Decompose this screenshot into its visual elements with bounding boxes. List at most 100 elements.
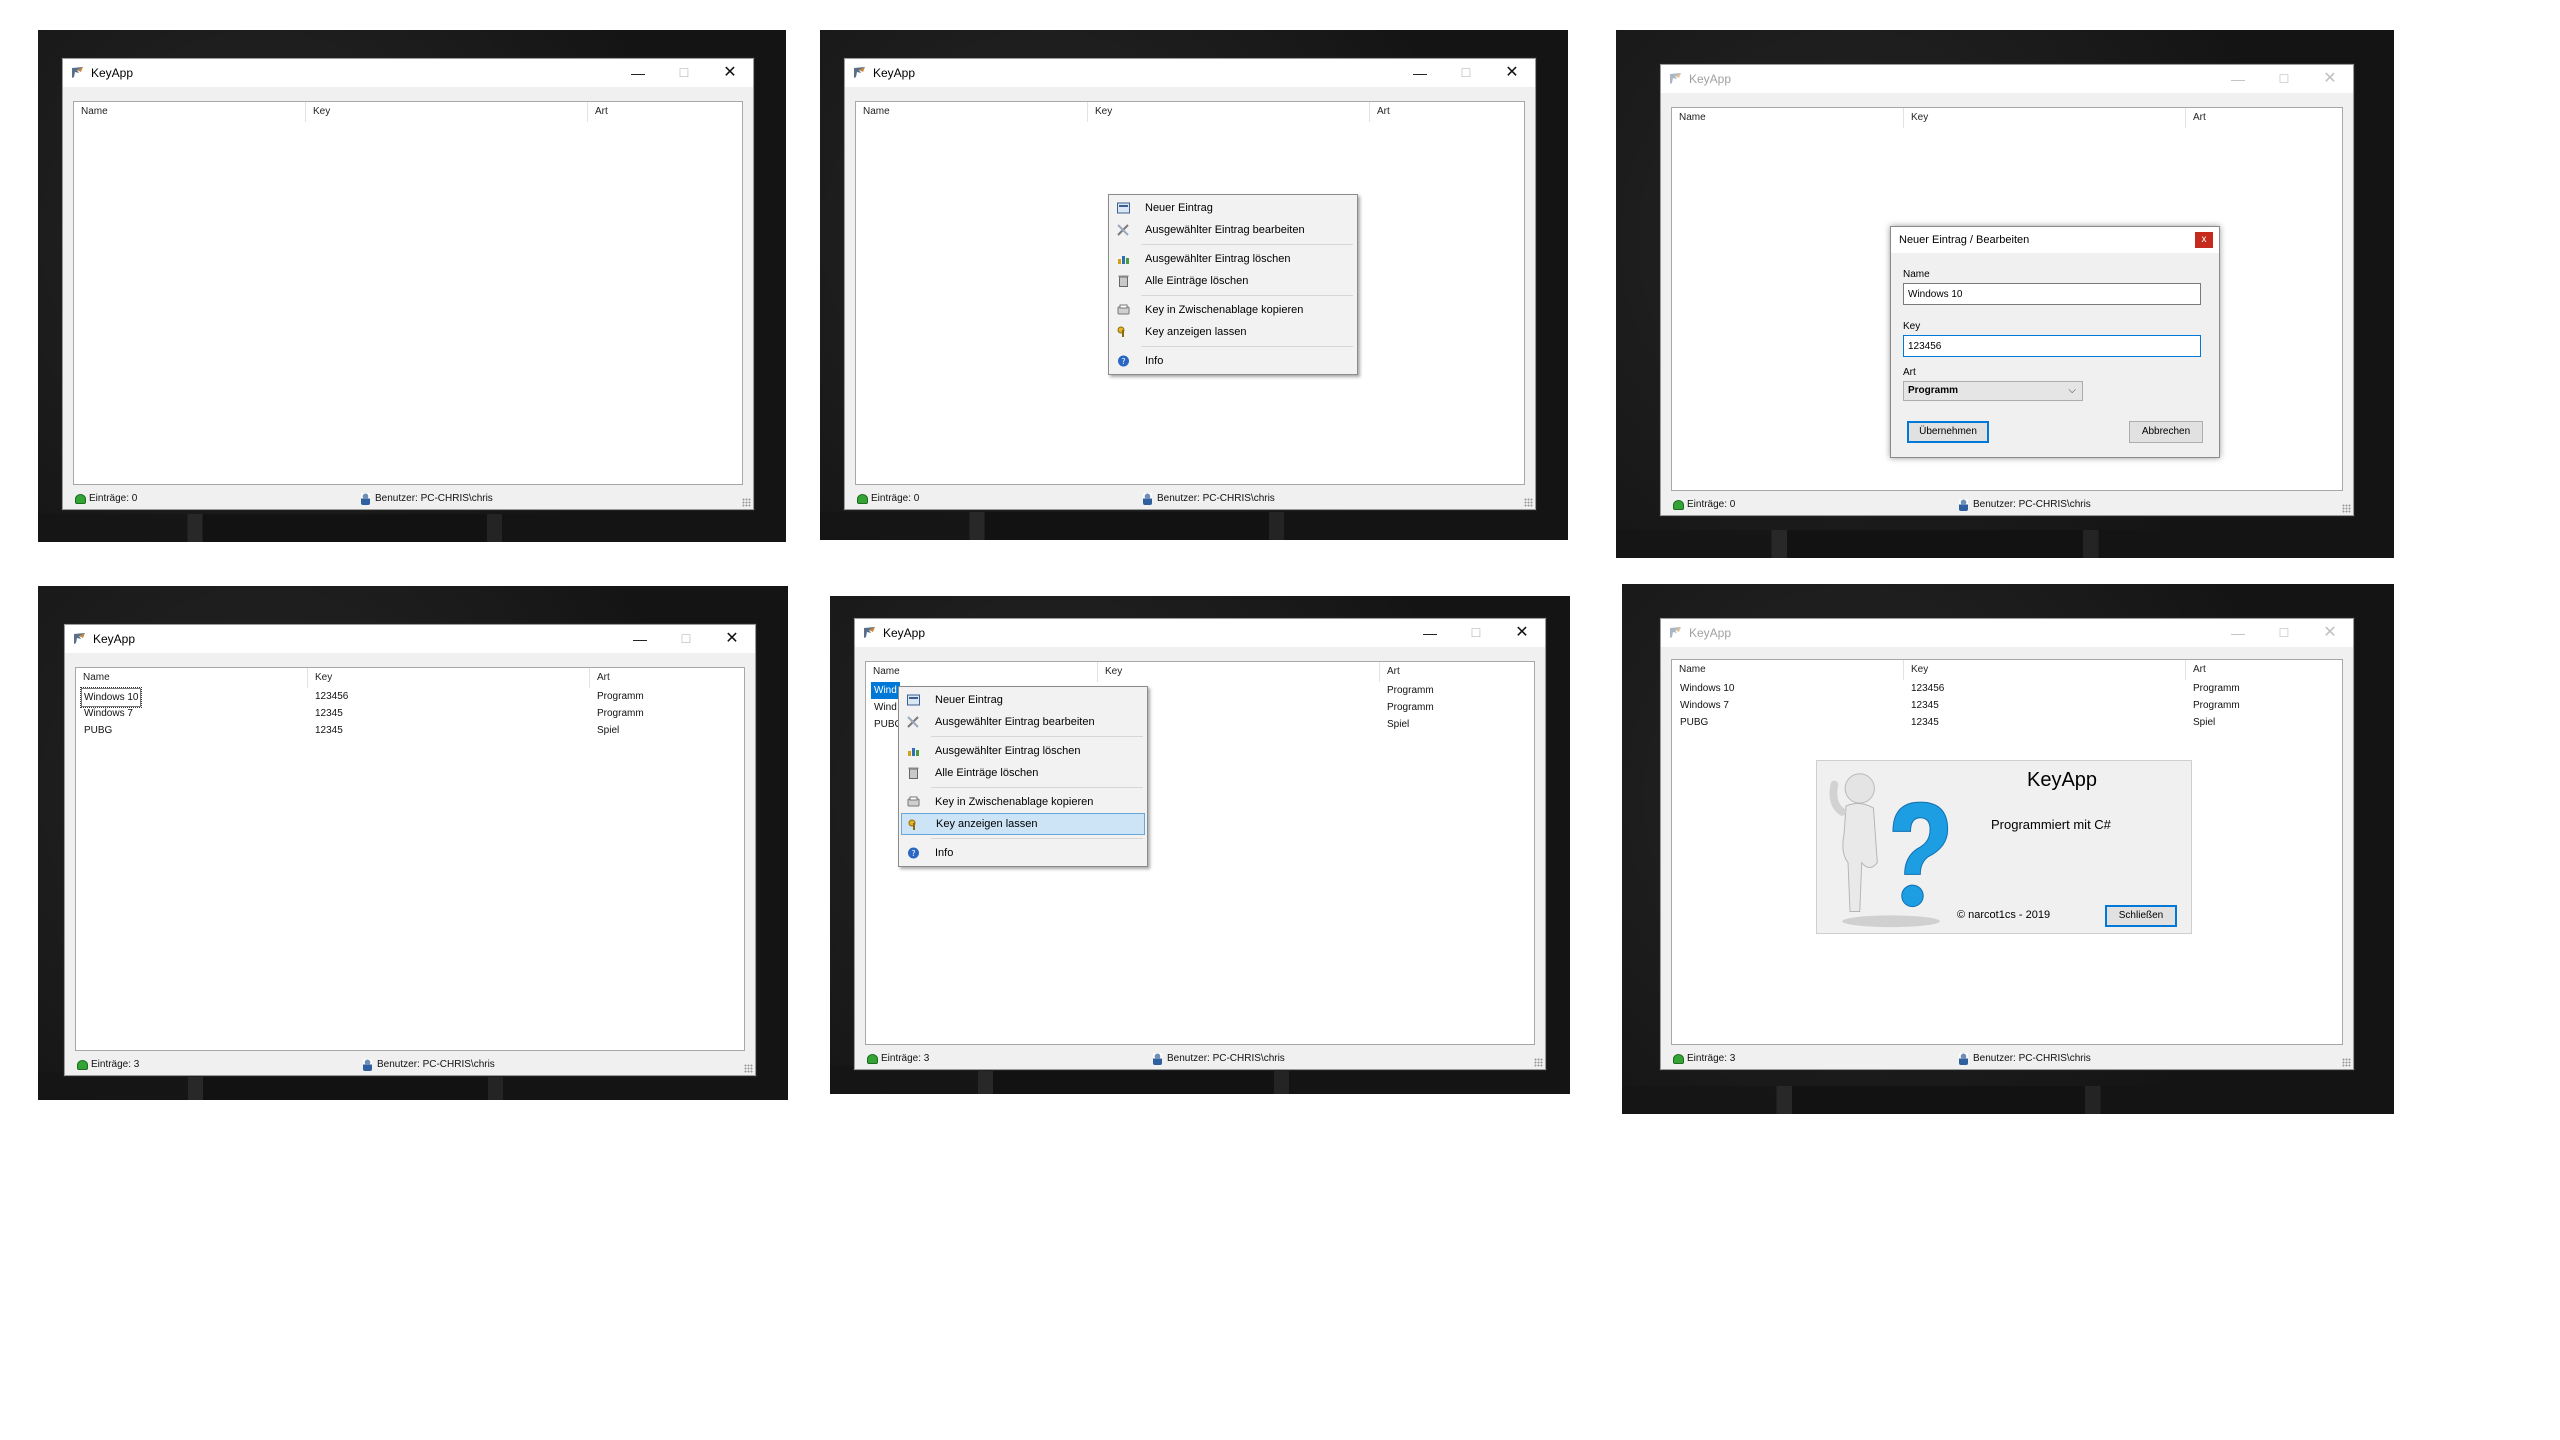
close-button[interactable]: ✕ [2307,65,2353,93]
table-row[interactable]: PUBG 12345 Spiel [1672,714,2342,731]
menu-item-info[interactable]: ? Info [901,842,1145,864]
entries-count-icon [867,1054,878,1064]
apply-button[interactable]: Übernehmen [1907,421,1989,443]
cell-art: Programm [1387,702,1434,713]
resize-grip[interactable] [744,1064,753,1073]
table-row[interactable]: Windows 10 123456 Programm [76,687,744,708]
cell-name-selected: Wind [871,682,900,699]
about-dialog: KeyApp Programmiert mit C# © narcot1cs -… [1816,760,2192,934]
maximize-button[interactable]: ☐ [663,625,709,653]
table-row[interactable]: PUBG 12345 Spiel [76,722,744,739]
table-row[interactable]: Windows 7 12345 Programm [1672,697,2342,714]
column-header-art[interactable]: Art [2186,108,2336,128]
menu-item-new-entry[interactable]: Neuer Eintrag [1111,197,1355,219]
resize-grip[interactable] [1534,1058,1543,1067]
column-header-name[interactable]: Name [74,102,306,122]
column-header-key[interactable]: Key [1098,662,1380,682]
column-header-key[interactable]: Key [1088,102,1370,122]
column-header-art[interactable]: Art [588,102,738,122]
menu-item-edit-entry[interactable]: Ausgewählter Eintrag bearbeiten [901,711,1145,733]
minimize-button[interactable]: — [2215,619,2261,647]
menu-item-delete-all[interactable]: Alle Einträge löschen [1111,270,1355,292]
resize-grip[interactable] [1524,498,1533,507]
menu-item-copy-key[interactable]: Key in Zwischenablage kopieren [1111,299,1355,321]
maximize-button[interactable]: ☐ [2261,65,2307,93]
keyapp-logo-icon [1670,627,1681,638]
keyapp-logo-icon [854,67,865,78]
menu-item-label: Info [935,847,954,859]
minimize-button[interactable]: — [1407,619,1453,647]
table-row[interactable]: Windows 10 123456 Programm [1672,680,2342,697]
column-header-key[interactable]: Key [308,668,590,688]
maximize-button[interactable]: ☐ [1453,619,1499,647]
column-header-name[interactable]: Name [1672,108,1904,128]
menu-item-edit-entry[interactable]: Ausgewählter Eintrag bearbeiten [1111,219,1355,241]
menu-item-label: Ausgewählter Eintrag löschen [935,745,1081,757]
status-bar: Einträge: 3 Benutzer: PC-CHRIS\chris [855,1049,1545,1069]
column-header-name[interactable]: Name [76,668,308,688]
column-header-key[interactable]: Key [306,102,588,122]
menu-item-label: Neuer Eintrag [935,694,1003,706]
art-select[interactable]: Programm ⌵ [1903,381,2083,401]
question-figure-icon [1829,773,1949,928]
close-button[interactable]: ✕ [1489,59,1535,87]
entries-listview[interactable]: Name Key Art [73,101,743,485]
menu-item-label: Key anzeigen lassen [1145,326,1247,338]
resize-grip[interactable] [742,498,751,507]
column-header-name[interactable]: Name [866,662,1098,682]
close-button[interactable]: ✕ [1499,619,1545,647]
status-bar: Einträge: 3 Benutzer: PC-CHRIS\chris [65,1055,755,1075]
menu-item-new-entry[interactable]: Neuer Eintrag [901,689,1145,711]
menu-item-show-key[interactable]: Key anzeigen lassen [1111,321,1355,343]
name-field[interactable] [1903,283,2201,305]
keyapp-logo-icon [74,633,85,644]
minimize-button[interactable]: — [615,59,661,87]
menu-item-delete-entry[interactable]: Ausgewählter Eintrag löschen [901,740,1145,762]
column-header-art[interactable]: Art [2186,660,2336,680]
entries-count-icon [77,1060,88,1070]
title-bar: KeyApp — ☐ ✕ [63,59,753,87]
current-user: Benutzer: PC-CHRIS\chris [1973,499,2091,510]
cancel-button[interactable]: Abbrechen [2129,421,2203,443]
menu-item-copy-key[interactable]: Key in Zwischenablage kopieren [901,791,1145,813]
close-button[interactable]: ✕ [707,59,753,87]
current-user: Benutzer: PC-CHRIS\chris [377,1059,495,1070]
column-header-key[interactable]: Key [1904,660,2186,680]
keyapp-logo-icon [72,67,83,78]
key-field[interactable] [1903,335,2201,357]
column-header-name[interactable]: Name [856,102,1088,122]
table-row[interactable]: Windows 7 12345 Programm [76,705,744,722]
menu-item-show-key[interactable]: Key anzeigen lassen [901,813,1145,835]
close-button[interactable]: ✕ [2307,619,2353,647]
dialog-close-button[interactable]: x [2195,232,2213,248]
cell-name: PUBG [1680,717,1709,728]
column-header-art[interactable]: Art [590,668,740,688]
resize-grip[interactable] [2342,504,2351,513]
title-bar: KeyApp — ☐ ✕ [65,625,755,653]
menu-item-delete-all[interactable]: Alle Einträge löschen [901,762,1145,784]
window-title: KeyApp [1689,72,1732,86]
close-button[interactable]: ✕ [709,625,755,653]
menu-item-info[interactable]: ? Info [1111,350,1355,372]
current-user: Benutzer: PC-CHRIS\chris [1167,1053,1285,1064]
maximize-button[interactable]: ☐ [661,59,707,87]
column-header-name[interactable]: Name [1672,660,1904,680]
minimize-button[interactable]: — [1397,59,1443,87]
resize-grip[interactable] [2342,1058,2351,1067]
column-header-key[interactable]: Key [1904,108,2186,128]
maximize-button[interactable]: ☐ [2261,619,2307,647]
column-header-art[interactable]: Art [1370,102,1520,122]
cell-art: Spiel [1387,719,1410,730]
maximize-button[interactable]: ☐ [1443,59,1489,87]
window-title: KeyApp [91,66,134,80]
info-icon: ? [908,847,919,859]
edit-entry-dialog: Neuer Eintrag / Bearbeiten x Name Key Ar… [1890,226,2220,458]
menu-item-delete-entry[interactable]: Ausgewählter Eintrag löschen [1111,248,1355,270]
about-close-button[interactable]: Schließen [2105,905,2177,927]
minimize-button[interactable]: — [617,625,663,653]
column-header-art[interactable]: Art [1380,662,1530,682]
minimize-button[interactable]: — [2215,65,2261,93]
context-menu: Neuer Eintrag Ausgewählter Eintrag bearb… [1108,194,1358,375]
menu-item-label: Alle Einträge löschen [1145,275,1249,287]
entries-listview[interactable]: Name Key Art Windows 10 123456 Programm … [75,667,745,1051]
